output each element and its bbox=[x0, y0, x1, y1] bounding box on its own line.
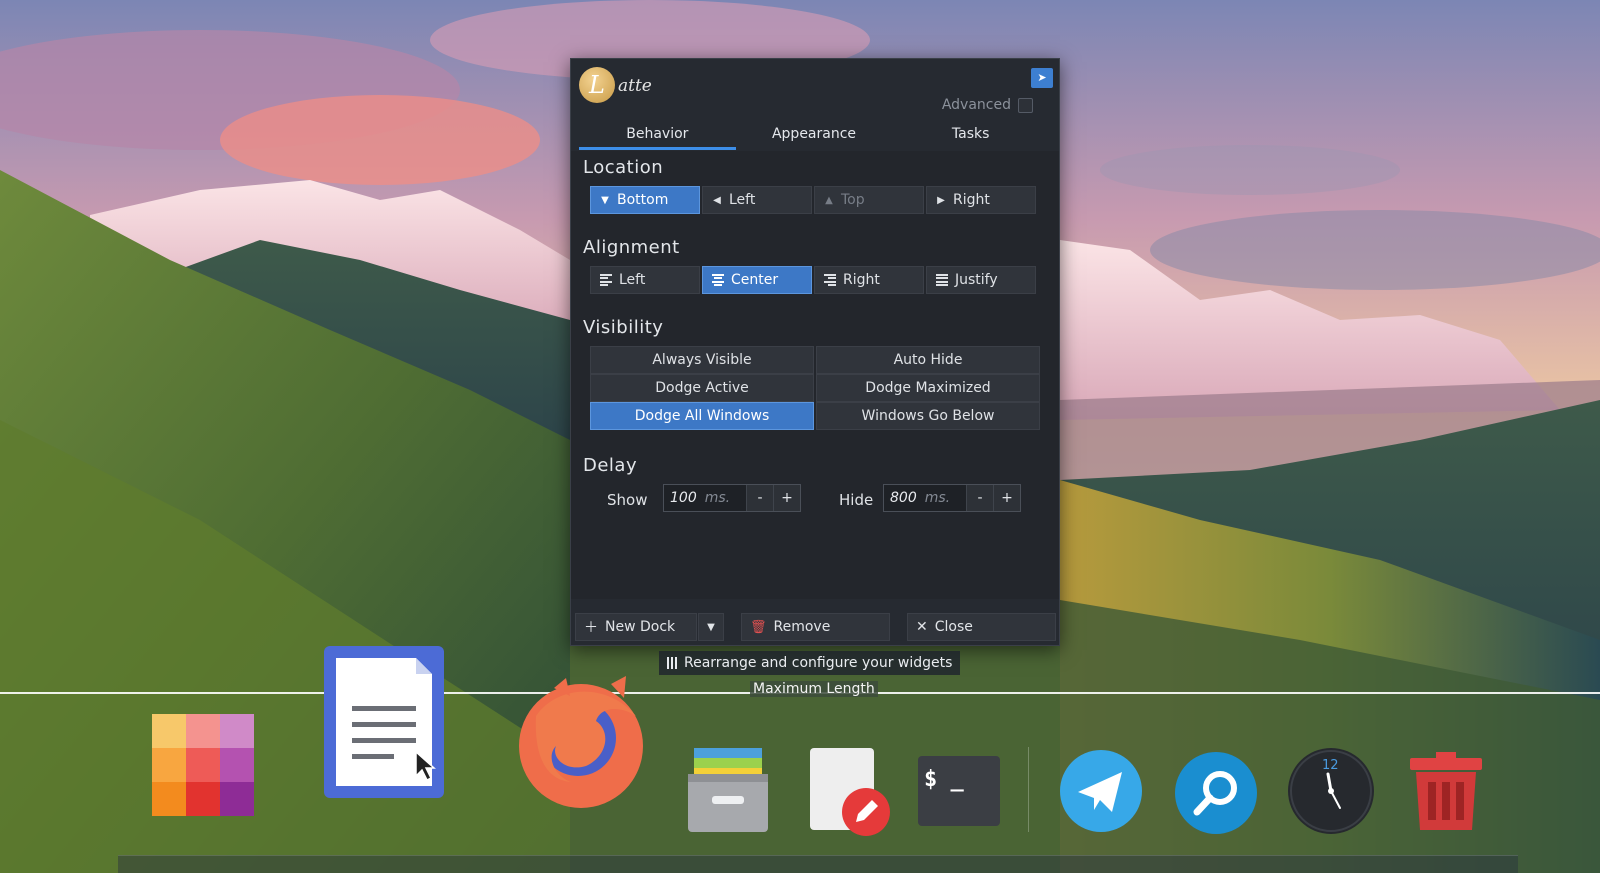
remove-label: Remove bbox=[773, 619, 831, 635]
alignment-center-label: Center bbox=[731, 272, 779, 288]
visibility-dodge-maximized-button[interactable]: Dodge Maximized bbox=[816, 374, 1040, 402]
visibility-windows-go-below-button[interactable]: Windows Go Below bbox=[816, 402, 1040, 430]
settings-tabs: Behavior Appearance Tasks bbox=[579, 122, 1049, 150]
rearrange-widgets-button[interactable]: Rearrange and configure your widgets bbox=[659, 651, 961, 675]
delay-hide-unit: ms. bbox=[924, 490, 951, 506]
location-left-label: Left bbox=[729, 192, 756, 208]
visibility-options: Always Visible Auto Hide Dodge Active Do… bbox=[590, 346, 1040, 430]
triangle-down-icon: ▼ bbox=[601, 194, 609, 206]
alignment-left-label: Left bbox=[619, 272, 646, 288]
delay-hide-label: Hide bbox=[839, 491, 874, 509]
close-label: Close bbox=[934, 619, 973, 635]
new-dock-menu-button[interactable]: ▼ bbox=[698, 613, 724, 641]
pin-button[interactable]: ➤ bbox=[1031, 68, 1053, 88]
triangle-right-icon: ▶ bbox=[937, 194, 945, 206]
visibility-dodge-active-button[interactable]: Dodge Active bbox=[590, 374, 814, 402]
latte-logo-badge: L bbox=[579, 67, 615, 103]
alignment-right-label: Right bbox=[843, 272, 880, 288]
terminal-icon[interactable]: $ _ bbox=[918, 756, 1000, 826]
clock-number: 12 bbox=[1322, 758, 1339, 773]
trash-icon: 🗑 bbox=[750, 619, 767, 635]
delay-hide-increment-button[interactable]: + bbox=[993, 485, 1020, 511]
location-bottom-button[interactable]: ▼ Bottom bbox=[590, 186, 700, 214]
visibility-title: Visibility bbox=[583, 317, 664, 338]
close-button[interactable]: ✕ Close bbox=[907, 613, 1056, 641]
alignment-justify-label: Justify bbox=[955, 272, 998, 288]
delay-show-label: Show bbox=[607, 491, 648, 509]
visibility-dodge-all-windows-button[interactable]: Dodge All Windows bbox=[590, 402, 814, 430]
delay-hide-value: 800 bbox=[890, 490, 917, 506]
location-top-label: Top bbox=[841, 192, 865, 208]
clock-icon[interactable]: 12 bbox=[1288, 748, 1374, 834]
tab-appearance[interactable]: Appearance bbox=[736, 122, 893, 150]
firefox-icon[interactable] bbox=[516, 676, 646, 810]
dialog-footer: ＋ New Dock ▼ 🗑 Remove ✕ Close bbox=[575, 613, 1056, 641]
delay-hide-decrement-button[interactable]: - bbox=[966, 485, 993, 511]
terminal-prompt: $ _ bbox=[924, 767, 964, 792]
visibility-auto-hide-button[interactable]: Auto Hide bbox=[816, 346, 1040, 374]
file-archive-icon[interactable] bbox=[688, 748, 768, 832]
delay-show-input[interactable]: 100 ms. bbox=[664, 485, 746, 511]
advanced-toggle[interactable]: Advanced bbox=[942, 97, 1033, 113]
dock-separator bbox=[1028, 747, 1029, 832]
align-right-icon bbox=[824, 274, 836, 286]
align-center-icon bbox=[712, 274, 724, 286]
triangle-left-icon: ◀ bbox=[713, 194, 721, 206]
advanced-checkbox[interactable] bbox=[1018, 97, 1033, 113]
search-icon[interactable] bbox=[1175, 752, 1257, 834]
location-title: Location bbox=[583, 157, 664, 178]
rearrange-label: Rearrange and configure your widgets bbox=[684, 655, 953, 671]
location-bottom-label: Bottom bbox=[617, 192, 669, 208]
latte-logo-text: atte bbox=[618, 76, 652, 96]
delay-show-unit: ms. bbox=[704, 490, 731, 506]
latte-logo: L atte bbox=[579, 67, 669, 107]
align-left-icon bbox=[600, 274, 612, 286]
alignment-left-button[interactable]: Left bbox=[590, 266, 700, 294]
alignment-right-button[interactable]: Right bbox=[814, 266, 924, 294]
new-dock-button[interactable]: ＋ New Dock bbox=[575, 613, 697, 641]
delay-show-increment-button[interactable]: + bbox=[773, 485, 800, 511]
visibility-always-visible-button[interactable]: Always Visible bbox=[590, 346, 814, 374]
alignment-center-button[interactable]: Center bbox=[702, 266, 812, 294]
telegram-icon[interactable] bbox=[1060, 750, 1142, 832]
delay-hide-input[interactable]: 800 ms. bbox=[884, 485, 966, 511]
delay-hide-stepper: 800 ms. - + bbox=[883, 484, 1021, 512]
dock-background bbox=[118, 855, 1518, 873]
color-palette-icon[interactable] bbox=[152, 714, 254, 816]
new-dock-label: New Dock bbox=[605, 619, 676, 635]
alignment-buttons: Left Center Right Justify bbox=[590, 266, 1036, 294]
location-right-button[interactable]: ▶ Right bbox=[926, 186, 1036, 214]
alignment-justify-button[interactable]: Justify bbox=[926, 266, 1036, 294]
delay-show-value: 100 bbox=[670, 490, 697, 506]
delay-title: Delay bbox=[583, 455, 638, 476]
behavior-panel: Location ▼ Bottom ◀ Left ▲ Top ▶ Right A… bbox=[571, 151, 1059, 599]
text-editor-icon[interactable] bbox=[810, 748, 892, 836]
location-right-label: Right bbox=[953, 192, 990, 208]
tab-behavior[interactable]: Behavior bbox=[579, 122, 736, 150]
align-justify-icon bbox=[936, 274, 948, 286]
alignment-title: Alignment bbox=[583, 237, 680, 258]
trash-icon[interactable] bbox=[1410, 752, 1482, 832]
chevron-down-icon: ▼ bbox=[707, 621, 715, 633]
tab-tasks[interactable]: Tasks bbox=[892, 122, 1049, 150]
advanced-label: Advanced bbox=[941, 97, 1011, 113]
maximum-length-label: Maximum Length bbox=[750, 681, 878, 697]
writer-document-icon[interactable] bbox=[324, 646, 444, 798]
pin-icon: ➤ bbox=[1037, 71, 1047, 84]
location-top-button[interactable]: ▲ Top bbox=[814, 186, 924, 214]
triangle-up-icon: ▲ bbox=[825, 194, 833, 206]
delay-show-decrement-button[interactable]: - bbox=[746, 485, 773, 511]
latte-settings-dialog: L atte ➤ Advanced Behavior Appearance Ta… bbox=[570, 58, 1060, 646]
close-icon: ✕ bbox=[916, 619, 928, 635]
delay-show-stepper: 100 ms. - + bbox=[663, 484, 801, 512]
location-left-button[interactable]: ◀ Left bbox=[702, 186, 812, 214]
bars-icon bbox=[667, 657, 677, 669]
remove-button[interactable]: 🗑 Remove bbox=[741, 613, 890, 641]
plus-icon: ＋ bbox=[584, 620, 598, 636]
location-buttons: ▼ Bottom ◀ Left ▲ Top ▶ Right bbox=[590, 186, 1036, 214]
